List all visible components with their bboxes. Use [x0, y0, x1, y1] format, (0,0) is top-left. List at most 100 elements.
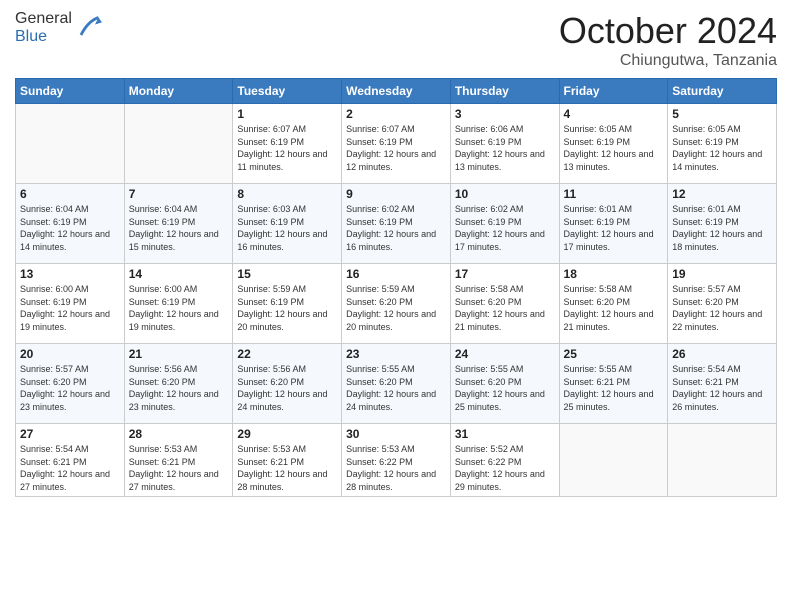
day-cell: 13 Sunrise: 6:00 AM Sunset: 6:19 PM Dayli… [16, 264, 125, 344]
day-info: Sunrise: 5:53 AM Sunset: 6:21 PM Dayligh… [129, 443, 229, 493]
day-cell: 26 Sunrise: 5:54 AM Sunset: 6:21 PM Dayli… [668, 344, 777, 424]
day-cell: 11 Sunrise: 6:01 AM Sunset: 6:19 PM Dayli… [559, 184, 668, 264]
day-number: 21 [129, 347, 229, 361]
day-info: Sunrise: 5:53 AM Sunset: 6:21 PM Dayligh… [237, 443, 337, 493]
day-number: 19 [672, 267, 772, 281]
logo-general-text: General [15, 10, 72, 28]
day-number: 9 [346, 187, 446, 201]
day-info: Sunrise: 6:02 AM Sunset: 6:19 PM Dayligh… [346, 203, 446, 253]
day-number: 6 [20, 187, 120, 201]
day-info: Sunrise: 6:02 AM Sunset: 6:19 PM Dayligh… [455, 203, 555, 253]
day-info: Sunrise: 6:00 AM Sunset: 6:19 PM Dayligh… [129, 283, 229, 333]
day-header-thursday: Thursday [450, 79, 559, 104]
day-cell: 27 Sunrise: 5:54 AM Sunset: 6:21 PM Dayli… [16, 424, 125, 497]
day-number: 16 [346, 267, 446, 281]
day-info: Sunrise: 5:53 AM Sunset: 6:22 PM Dayligh… [346, 443, 446, 493]
day-number: 1 [237, 107, 337, 121]
day-number: 5 [672, 107, 772, 121]
day-number: 24 [455, 347, 555, 361]
day-info: Sunrise: 6:01 AM Sunset: 6:19 PM Dayligh… [564, 203, 664, 253]
day-cell [124, 104, 233, 184]
day-cell: 22 Sunrise: 5:56 AM Sunset: 6:20 PM Dayli… [233, 344, 342, 424]
day-info: Sunrise: 6:03 AM Sunset: 6:19 PM Dayligh… [237, 203, 337, 253]
logo-icon [74, 14, 102, 42]
day-cell: 17 Sunrise: 5:58 AM Sunset: 6:20 PM Dayli… [450, 264, 559, 344]
day-cell: 14Sunrise: 6:00 AM Sunset: 6:19 PM Dayli… [124, 264, 233, 344]
day-number: 4 [564, 107, 664, 121]
day-cell: 19 Sunrise: 5:57 AM Sunset: 6:20 PM Dayli… [668, 264, 777, 344]
day-cell: 8 Sunrise: 6:03 AM Sunset: 6:19 PM Daylig… [233, 184, 342, 264]
day-info: Sunrise: 6:05 AM Sunset: 6:19 PM Dayligh… [564, 123, 664, 173]
day-cell: 21Sunrise: 5:56 AM Sunset: 6:20 PM Dayli… [124, 344, 233, 424]
day-info: Sunrise: 6:05 AM Sunset: 6:19 PM Dayligh… [672, 123, 772, 173]
calendar-subtitle: Chiungutwa, Tanzania [559, 52, 777, 70]
day-info: Sunrise: 5:54 AM Sunset: 6:21 PM Dayligh… [20, 443, 120, 493]
day-header-row: SundayMondayTuesdayWednesdayThursdayFrid… [16, 79, 777, 104]
day-cell: 10 Sunrise: 6:02 AM Sunset: 6:19 PM Dayli… [450, 184, 559, 264]
day-number: 25 [564, 347, 664, 361]
day-cell [16, 104, 125, 184]
day-cell: 2Sunrise: 6:07 AM Sunset: 6:19 PM Daylig… [342, 104, 451, 184]
day-header-wednesday: Wednesday [342, 79, 451, 104]
day-cell: 16 Sunrise: 5:59 AM Sunset: 6:20 PM Dayli… [342, 264, 451, 344]
day-info: Sunrise: 5:59 AM Sunset: 6:19 PM Dayligh… [237, 283, 337, 333]
day-cell: 4 Sunrise: 6:05 AM Sunset: 6:19 PM Daylig… [559, 104, 668, 184]
day-number: 30 [346, 427, 446, 441]
day-info: Sunrise: 6:04 AM Sunset: 6:19 PM Dayligh… [129, 203, 229, 253]
week-row-2: 6 Sunrise: 6:04 AM Sunset: 6:19 PM Daylig… [16, 184, 777, 264]
day-info: Sunrise: 5:52 AM Sunset: 6:22 PM Dayligh… [455, 443, 555, 493]
day-info: Sunrise: 6:07 AM Sunset: 6:19 PM Dayligh… [237, 123, 337, 173]
day-info: Sunrise: 5:58 AM Sunset: 6:20 PM Dayligh… [564, 283, 664, 333]
day-number: 10 [455, 187, 555, 201]
day-cell: 12Sunrise: 6:01 AM Sunset: 6:19 PM Dayli… [668, 184, 777, 264]
day-info: Sunrise: 5:55 AM Sunset: 6:21 PM Dayligh… [564, 363, 664, 413]
day-cell: 18 Sunrise: 5:58 AM Sunset: 6:20 PM Dayli… [559, 264, 668, 344]
title-block: October 2024 Chiungutwa, Tanzania [559, 10, 777, 70]
day-number: 17 [455, 267, 555, 281]
day-number: 8 [237, 187, 337, 201]
day-info: Sunrise: 5:56 AM Sunset: 6:20 PM Dayligh… [237, 363, 337, 413]
day-info: Sunrise: 5:57 AM Sunset: 6:20 PM Dayligh… [20, 363, 120, 413]
day-number: 3 [455, 107, 555, 121]
day-header-saturday: Saturday [668, 79, 777, 104]
week-row-5: 27 Sunrise: 5:54 AM Sunset: 6:21 PM Dayli… [16, 424, 777, 497]
day-cell: 31Sunrise: 5:52 AM Sunset: 6:22 PM Dayli… [450, 424, 559, 497]
day-info: Sunrise: 6:06 AM Sunset: 6:19 PM Dayligh… [455, 123, 555, 173]
day-info: Sunrise: 5:55 AM Sunset: 6:20 PM Dayligh… [455, 363, 555, 413]
day-info: Sunrise: 5:55 AM Sunset: 6:20 PM Dayligh… [346, 363, 446, 413]
day-cell: 5 Sunrise: 6:05 AM Sunset: 6:19 PM Daylig… [668, 104, 777, 184]
day-header-sunday: Sunday [16, 79, 125, 104]
calendar-table: SundayMondayTuesdayWednesdayThursdayFrid… [15, 78, 777, 497]
day-number: 22 [237, 347, 337, 361]
day-info: Sunrise: 5:57 AM Sunset: 6:20 PM Dayligh… [672, 283, 772, 333]
day-number: 15 [237, 267, 337, 281]
day-header-monday: Monday [124, 79, 233, 104]
day-number: 27 [20, 427, 120, 441]
day-number: 11 [564, 187, 664, 201]
day-info: Sunrise: 6:00 AM Sunset: 6:19 PM Dayligh… [20, 283, 120, 333]
day-info: Sunrise: 6:01 AM Sunset: 6:19 PM Dayligh… [672, 203, 772, 253]
day-header-tuesday: Tuesday [233, 79, 342, 104]
day-cell: 20Sunrise: 5:57 AM Sunset: 6:20 PM Dayli… [16, 344, 125, 424]
day-info: Sunrise: 5:59 AM Sunset: 6:20 PM Dayligh… [346, 283, 446, 333]
day-number: 26 [672, 347, 772, 361]
header: General Blue October 2024 Chiungutwa, Ta… [15, 10, 777, 70]
day-cell: 30 Sunrise: 5:53 AM Sunset: 6:22 PM Dayli… [342, 424, 451, 497]
day-cell: 7Sunrise: 6:04 AM Sunset: 6:19 PM Daylig… [124, 184, 233, 264]
day-cell [559, 424, 668, 497]
day-info: Sunrise: 5:58 AM Sunset: 6:20 PM Dayligh… [455, 283, 555, 333]
day-cell: 23 Sunrise: 5:55 AM Sunset: 6:20 PM Dayli… [342, 344, 451, 424]
day-number: 23 [346, 347, 446, 361]
day-header-friday: Friday [559, 79, 668, 104]
day-info: Sunrise: 5:54 AM Sunset: 6:21 PM Dayligh… [672, 363, 772, 413]
calendar-header: SundayMondayTuesdayWednesdayThursdayFrid… [16, 79, 777, 104]
calendar-title: October 2024 [559, 10, 777, 52]
day-number: 13 [20, 267, 120, 281]
day-cell: 15 Sunrise: 5:59 AM Sunset: 6:19 PM Dayli… [233, 264, 342, 344]
day-cell: 3 Sunrise: 6:06 AM Sunset: 6:19 PM Daylig… [450, 104, 559, 184]
logo-blue-text: Blue [15, 28, 72, 46]
day-number: 18 [564, 267, 664, 281]
day-cell: 29Sunrise: 5:53 AM Sunset: 6:21 PM Dayli… [233, 424, 342, 497]
day-cell: 24 Sunrise: 5:55 AM Sunset: 6:20 PM Dayli… [450, 344, 559, 424]
day-cell: 28Sunrise: 5:53 AM Sunset: 6:21 PM Dayli… [124, 424, 233, 497]
